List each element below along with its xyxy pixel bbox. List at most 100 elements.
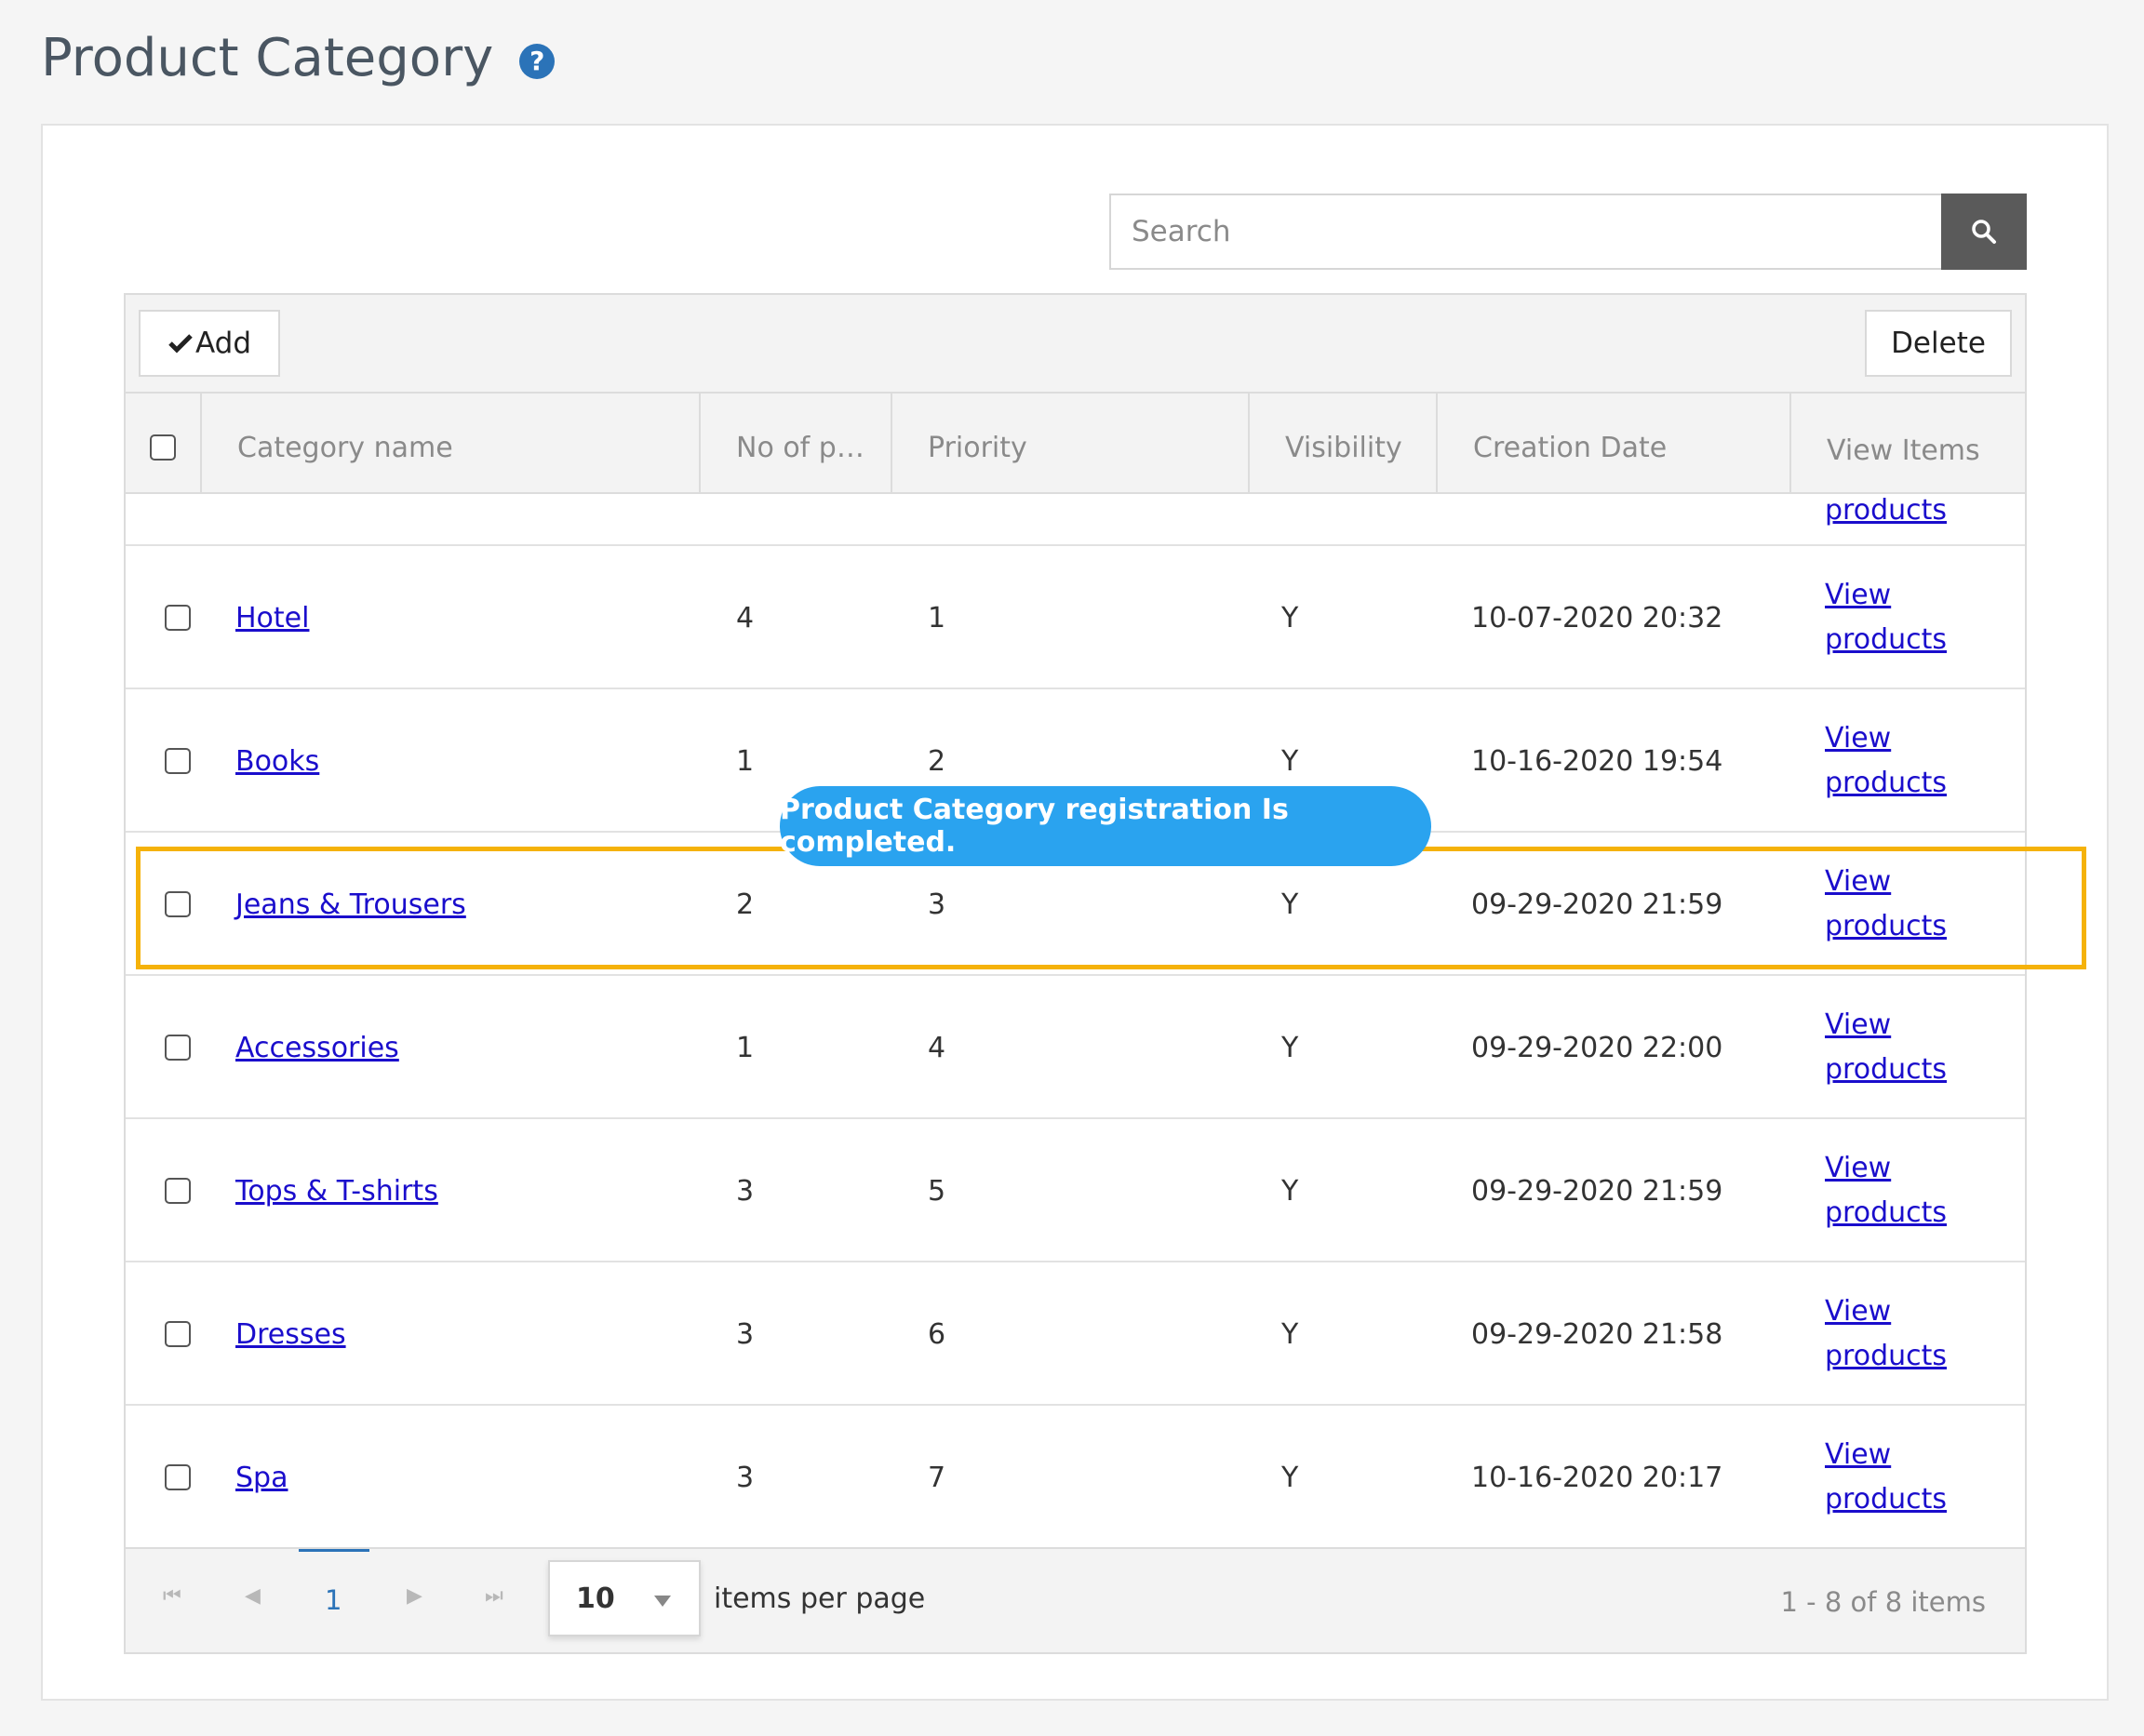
visibility-value: Y (1281, 1174, 1299, 1208)
view-link-line1: View (1825, 1008, 1892, 1041)
view-items-cell: View products (1825, 546, 1947, 689)
page-title: Product Category ? (41, 28, 556, 88)
row-checkbox-cell (165, 546, 191, 689)
search-button[interactable] (1941, 194, 2027, 270)
row-checkbox-cell (165, 833, 191, 976)
priority-value: 1 (928, 601, 946, 634)
header-product-count[interactable]: No of p… (699, 394, 891, 494)
view-link-line2: products (1825, 1340, 1948, 1372)
view-products-link[interactable]: View products (1825, 860, 1947, 949)
view-products-link[interactable]: View products (1825, 1146, 1947, 1235)
search-input[interactable] (1111, 195, 1941, 268)
view-products-link[interactable]: View products (1825, 716, 1947, 806)
view-items-cell: View products (1825, 1406, 1947, 1549)
category-name-link[interactable]: Tops & T-shirts (235, 1175, 438, 1208)
view-link-line1: View (1825, 579, 1892, 611)
header-creation-date[interactable]: Creation Date (1436, 394, 1789, 494)
row-checkbox[interactable] (165, 605, 191, 631)
view-products-link-partial[interactable]: products (1825, 494, 1947, 527)
view-items-cell: View products (1825, 1119, 1947, 1262)
category-name-link[interactable]: Books (235, 745, 319, 778)
creation-date: 10-16-2020 19:54 (1471, 744, 1723, 778)
grid-header: Category name No of p… Priority Visibili… (126, 394, 2025, 494)
header-priority[interactable]: Priority (891, 394, 1248, 494)
view-link-line2: products (1825, 767, 1948, 799)
view-products-link[interactable]: View products (1825, 1003, 1947, 1092)
table-row-partial: products (126, 494, 2025, 546)
view-link-line2: products (1825, 910, 1948, 942)
priority-value: 6 (928, 1317, 946, 1351)
row-checkbox-cell (165, 1119, 191, 1262)
product-count: 3 (736, 1461, 755, 1494)
question-circle-icon[interactable]: ? (519, 43, 556, 79)
product-count: 3 (736, 1174, 755, 1208)
search-icon (1972, 220, 1996, 244)
priority-value: 4 (928, 1031, 946, 1064)
grid-toolbar: Add Delete (126, 295, 2025, 394)
category-name-link[interactable]: Jeans & Trousers (235, 888, 466, 921)
page-size-label: items per page (714, 1582, 926, 1615)
table-row: Hotel 4 1 Y 10-07-2020 20:32 View product… (126, 546, 2025, 689)
prev-page-icon[interactable]: ◀ (245, 1584, 261, 1608)
first-page-icon[interactable]: ⏮ (163, 1584, 181, 1608)
creation-date: 09-29-2020 21:59 (1471, 1174, 1723, 1208)
category-grid: Add Delete Category name No of p… Priori… (124, 293, 2027, 1654)
category-name-link[interactable]: Dresses (235, 1318, 346, 1351)
category-name-link[interactable]: Spa (235, 1462, 288, 1494)
toast-notification: Product Category registration Is complet… (780, 786, 1431, 866)
view-products-link[interactable]: View products (1825, 1433, 1947, 1522)
grid-body[interactable]: products Hotel 4 1 Y 10-07-2020 20:32 Vi… (126, 494, 2025, 1562)
product-count: 4 (736, 601, 755, 634)
next-page-icon[interactable]: ▶ (407, 1584, 422, 1608)
view-link-line1: View (1825, 1438, 1892, 1471)
row-checkbox[interactable] (165, 1178, 191, 1204)
row-checkbox[interactable] (165, 1321, 191, 1347)
category-name-cell: Accessories (235, 976, 399, 1119)
category-name-link[interactable]: Accessories (235, 1032, 399, 1064)
row-checkbox[interactable] (165, 1464, 191, 1490)
header-visibility[interactable]: Visibility (1248, 394, 1436, 494)
page-size-value: 10 (576, 1582, 615, 1615)
current-page-number[interactable]: 1 (325, 1584, 342, 1616)
toast-message: Product Category registration Is complet… (780, 794, 1289, 859)
priority-value: 7 (928, 1461, 946, 1494)
view-products-link[interactable]: View products (1825, 573, 1947, 662)
category-name-cell: Spa (235, 1406, 288, 1549)
visibility-value: Y (1281, 1031, 1299, 1064)
row-checkbox[interactable] (165, 748, 191, 774)
category-name-cell: Hotel (235, 546, 309, 689)
select-all-checkbox[interactable] (150, 434, 176, 461)
row-checkbox[interactable] (165, 1035, 191, 1061)
view-items-cell: View products (1825, 833, 1947, 976)
category-name-link[interactable]: Hotel (235, 602, 309, 634)
row-checkbox-cell (165, 976, 191, 1119)
delete-button[interactable]: Delete (1865, 310, 2012, 377)
view-link-line2: products (1825, 1196, 1948, 1229)
creation-date: 09-29-2020 22:00 (1471, 1031, 1723, 1064)
view-link-line2: products (1825, 1483, 1948, 1516)
table-row: Spa 3 7 Y 10-16-2020 20:17 View products (126, 1406, 2025, 1549)
view-items-cell: View products (1825, 976, 1947, 1119)
header-view-items[interactable]: View Items (1789, 394, 2025, 494)
creation-date: 09-29-2020 21:59 (1471, 888, 1723, 921)
visibility-value: Y (1281, 1317, 1299, 1351)
table-row: Accessories 1 4 Y 09-29-2020 22:00 View p… (126, 976, 2025, 1119)
table-row: Tops & T-shirts 3 5 Y 09-29-2020 21:59 V… (126, 1119, 2025, 1262)
page-size-select[interactable]: 10 (548, 1560, 701, 1636)
row-checkbox-cell (165, 1406, 191, 1549)
add-button[interactable]: Add (139, 310, 280, 377)
category-name-cell: Jeans & Trousers (235, 833, 466, 976)
creation-date: 10-16-2020 20:17 (1471, 1461, 1723, 1494)
row-checkbox-cell (165, 1262, 191, 1406)
check-icon (168, 334, 193, 354)
view-products-link[interactable]: View products (1825, 1289, 1947, 1379)
page-title-text: Product Category (41, 28, 494, 88)
header-category-name[interactable]: Category name (200, 394, 699, 494)
row-checkbox[interactable] (165, 891, 191, 917)
product-count: 1 (736, 1031, 755, 1064)
view-link-line2: products (1825, 623, 1948, 656)
priority-value: 5 (928, 1174, 946, 1208)
view-items-cell: View products (1825, 1262, 1947, 1406)
current-page-indicator (299, 1549, 369, 1552)
last-page-icon[interactable]: ⏭ (485, 1584, 503, 1608)
